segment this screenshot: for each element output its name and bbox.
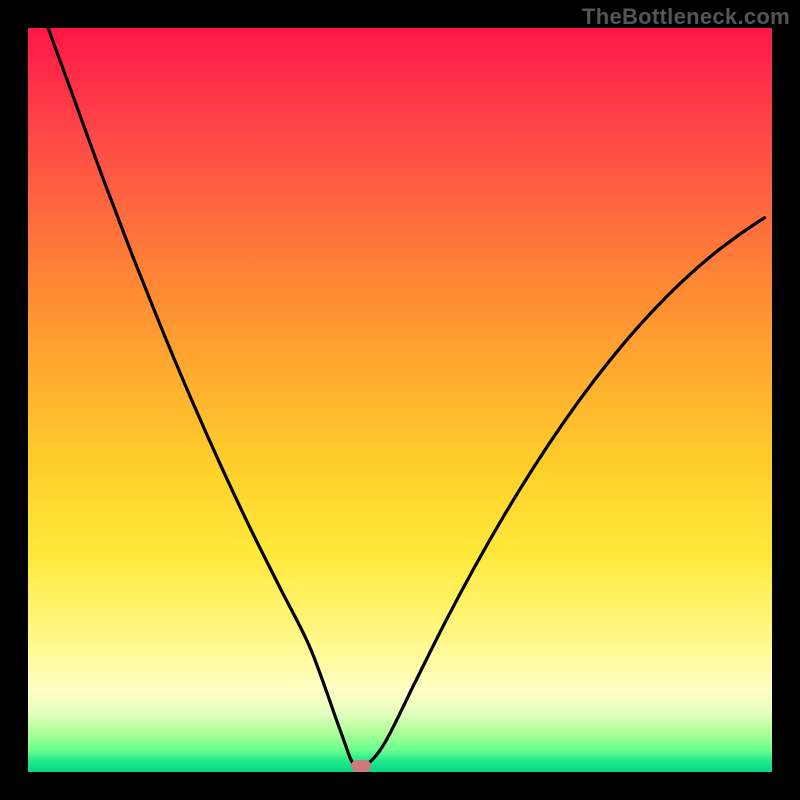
min-marker-icon: [351, 760, 371, 772]
plot-area: [28, 28, 772, 772]
chart-frame: TheBottleneck.com: [0, 0, 800, 800]
watermark-text: TheBottleneck.com: [582, 4, 790, 30]
bottleneck-curve: [48, 28, 764, 768]
curve-svg: [28, 28, 772, 772]
